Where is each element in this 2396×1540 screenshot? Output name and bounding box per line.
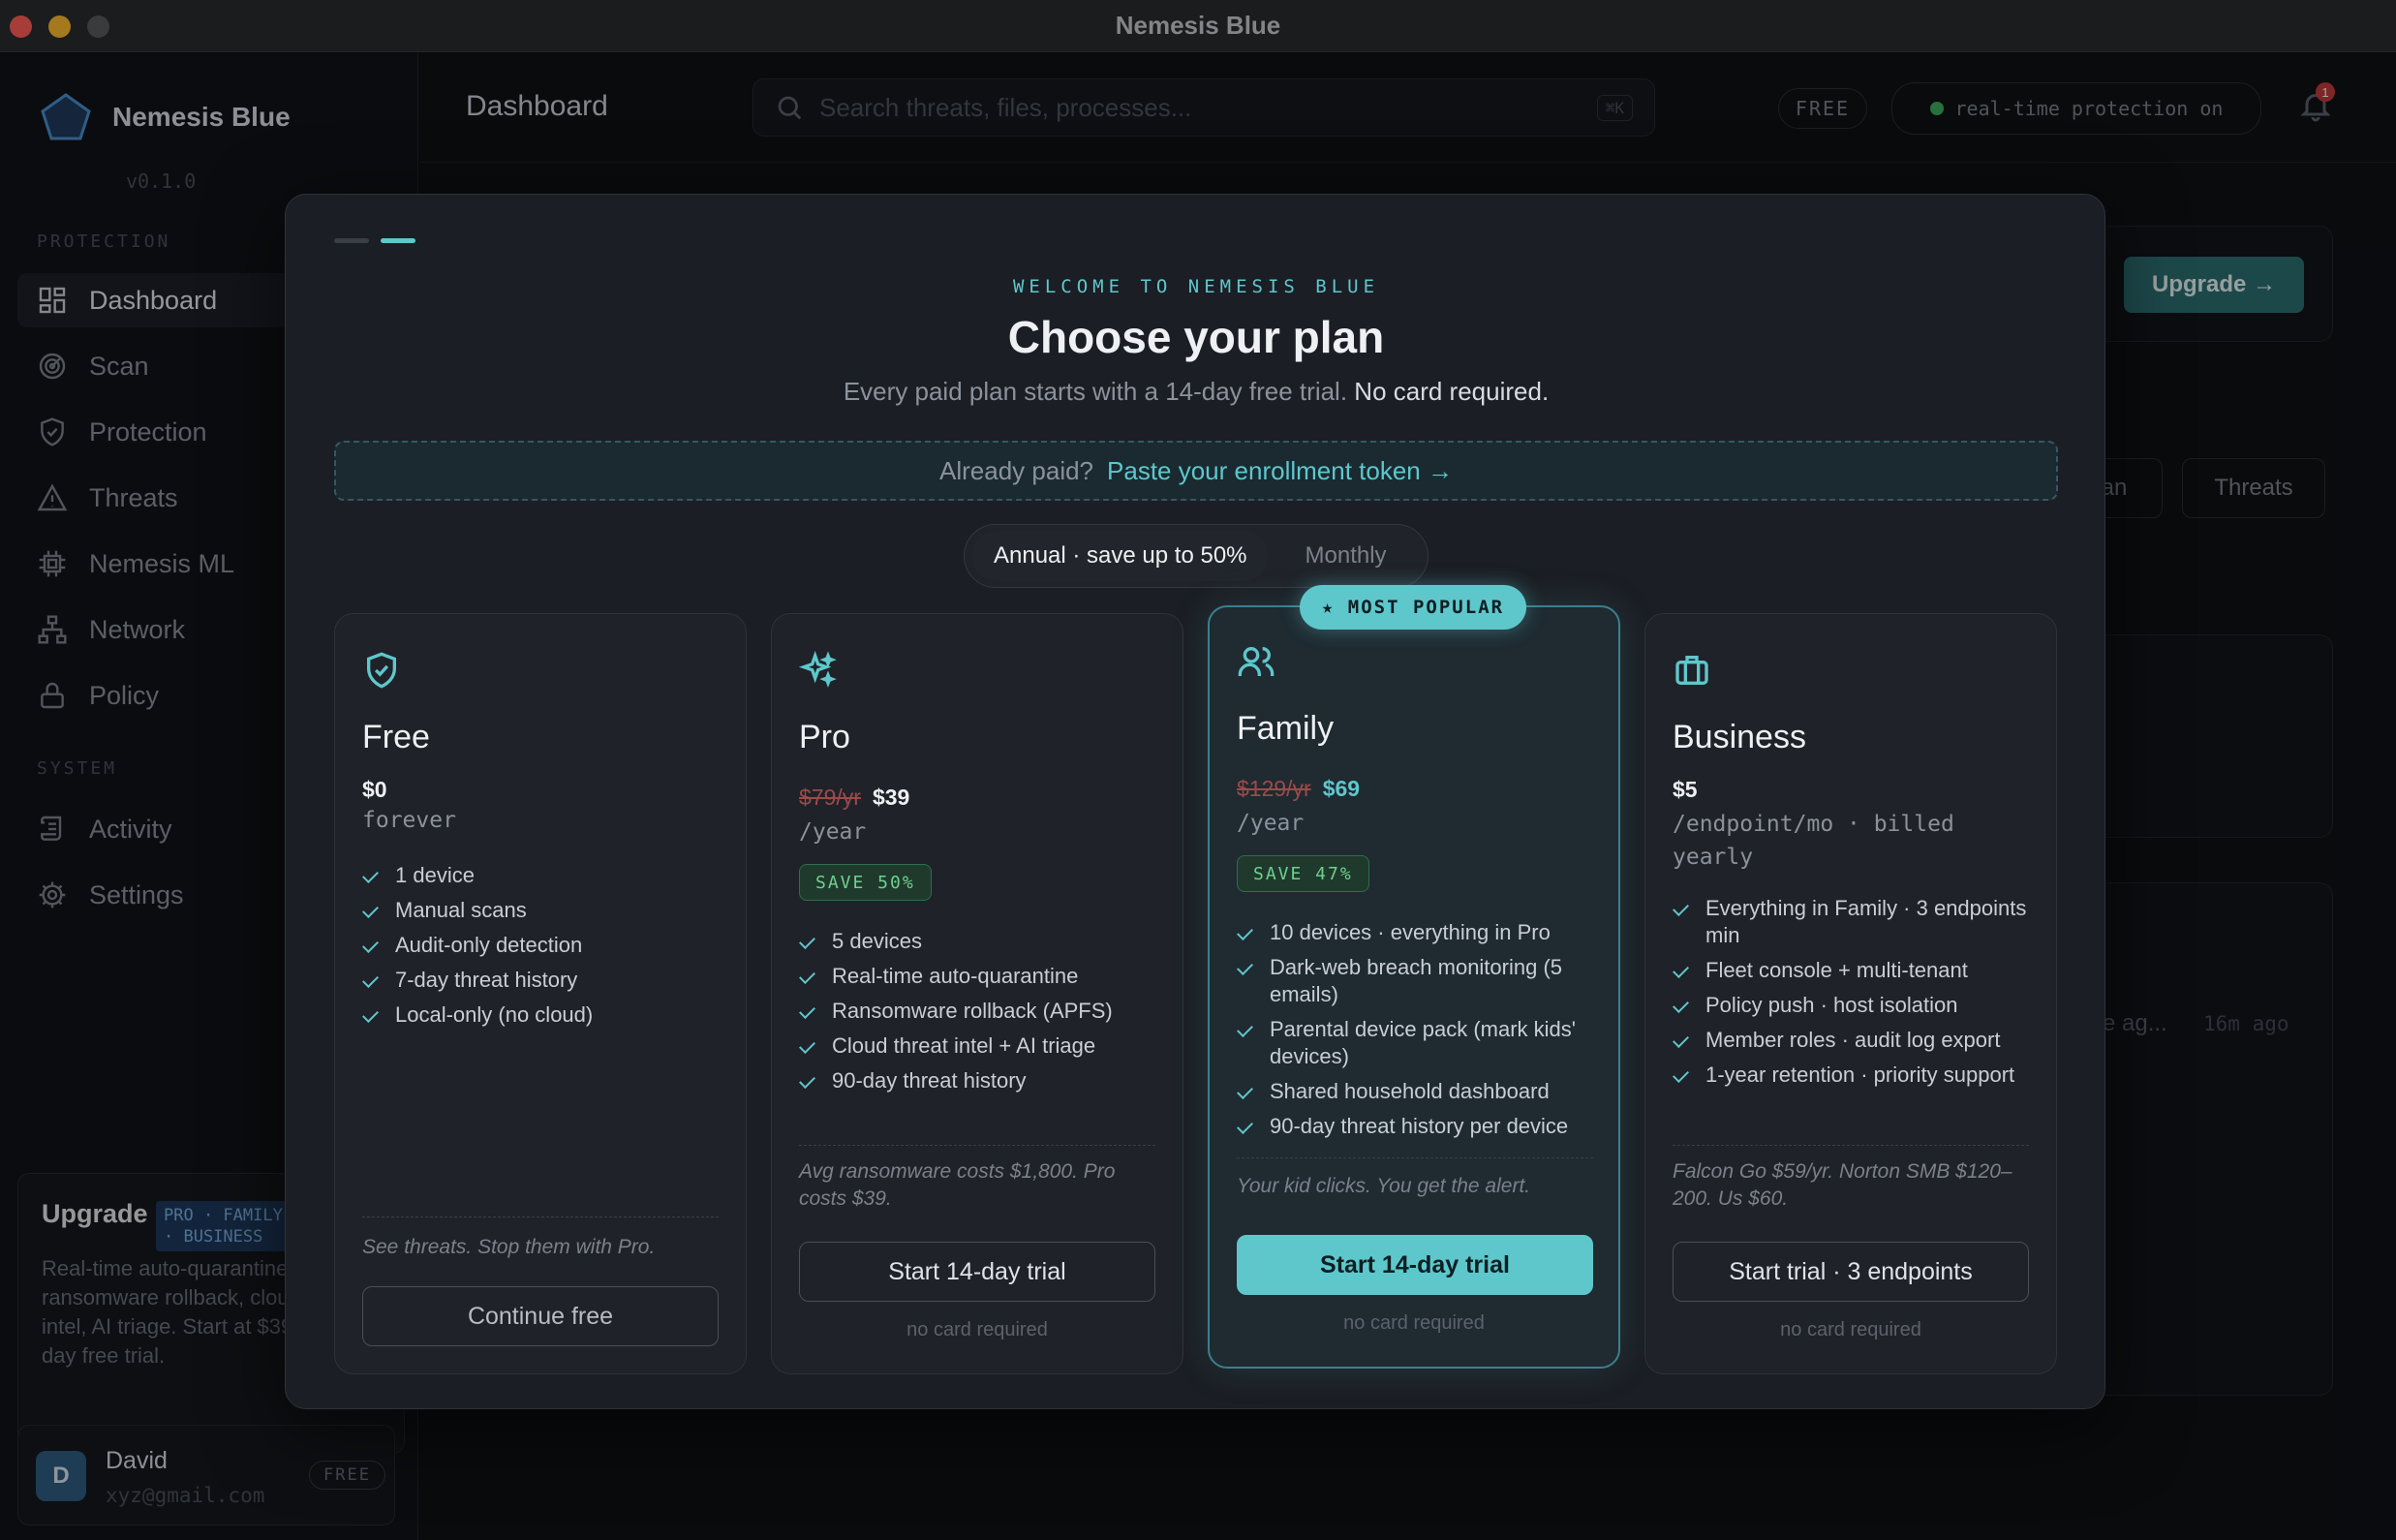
plan-price-value: $69 [1322,776,1361,801]
modal-subtitle-emphasis: No card required. [1354,377,1550,406]
enrollment-token-banner: Already paid? Paste your enrollment toke… [334,441,2058,501]
feature-item: Manual scans [362,897,730,924]
plan-card-free: Free $0 forever 1 device Manual scans Au… [334,613,747,1374]
shield-check-icon [362,651,401,690]
plan-features: 5 devices Real-time auto-quarantine Rans… [799,928,1167,1102]
sparkles-icon [798,650,838,690]
plan-price-value: $5 [1673,777,1698,802]
billing-monthly-option[interactable]: Monthly [1306,542,1387,570]
feature-item: Local-only (no cloud) [362,1001,730,1029]
feature-item: Dark-web breach monitoring (5 emails) [1237,954,1605,1008]
modal-title: Choose your plan [1007,312,1385,362]
feature-item: 1 device [362,862,730,889]
plan-divider [1673,1145,2029,1146]
plan-price: $79/yr $39 [799,785,909,811]
plan-card-family: Family $129/yr $69 /year SAVE 47% 10 devi… [1208,605,1620,1369]
plan-features: 10 devices · everything in Pro Dark-web … [1237,919,1605,1148]
plan-period: /year [799,819,867,845]
plan-old-price: $79/yr [799,785,861,810]
feature-item: Member roles · audit log export [1673,1027,2041,1054]
plan-note: Avg ransomware costs $1,800. Pro costs $… [799,1160,1116,1210]
plan-features: Everything in Family · 3 endpoints min F… [1673,895,2041,1096]
save-badge: SAVE 47% [1237,855,1369,892]
plan-price: $129/yr $69 [1237,776,1360,802]
feature-item: 10 devices · everything in Pro [1237,919,1605,946]
plan-name: Pro [799,719,850,755]
plan-note: Falcon Go $59/yr. Norton SMB $120–200. U… [1673,1160,2012,1210]
step-indicator-1 [334,238,369,243]
feature-item: Parental device pack (mark kids' devices… [1237,1016,1605,1070]
plan-period: /year [1237,811,1305,836]
modal-subtitle-main: Every paid plan starts with a 14-day fre… [843,377,1348,406]
feature-item: Cloud threat intel + AI triage [799,1032,1167,1060]
plan-note: See threats. Stop them with Pro. [362,1236,656,1258]
start-trial-button-business[interactable]: Start trial · 3 endpoints [1673,1242,2029,1302]
plan-card-pro: Pro $79/yr $39 /year SAVE 50% 5 devices R… [771,613,1183,1374]
modal-eyebrow: WELCOME TO NEMESIS BLUE [1012,276,1380,297]
plan-divider [799,1145,1155,1146]
step-indicator-2 [381,238,415,243]
plan-old-price: $129/yr [1237,776,1311,801]
plan-modal: WELCOME TO NEMESIS BLUE Choose your plan… [285,194,2105,1409]
no-card-note: no card required [1343,1312,1485,1334]
modal-subtitle: Every paid plan starts with a 14-day fre… [286,377,2106,407]
billing-annual-option[interactable]: Annual · save up to 50% [972,531,1269,581]
no-card-note: no card required [906,1319,1048,1340]
feature-item: 90-day threat history [799,1067,1167,1094]
plan-period: /endpoint/mo · billed yearly [1673,812,1954,870]
most-popular-badge: ★ MOST POPULAR [1300,585,1526,630]
feature-item: 5 devices [799,928,1167,955]
no-card-note: no card required [1780,1319,1921,1340]
save-badge: SAVE 50% [799,864,932,901]
plan-divider [1237,1157,1593,1158]
feature-item: 7-day threat history [362,967,730,994]
plan-features: 1 device Manual scans Audit-only detecti… [362,862,730,1036]
plan-price-value: $39 [872,785,910,810]
plan-card-business: Business $5 /endpoint/mo · billed yearly… [1644,613,2057,1374]
token-prompt: Already paid? [939,455,1094,485]
plan-name: Business [1673,719,1806,755]
billing-toggle: Annual · save up to 50% Monthly [964,524,1428,588]
feature-item: Ransomware rollback (APFS) [799,998,1167,1025]
continue-free-button[interactable]: Continue free [362,1286,719,1346]
plan-note: Your kid clicks. You get the alert. [1237,1175,1531,1197]
feature-item: 1-year retention · priority support [1673,1062,2041,1089]
paste-token-link[interactable]: Paste your enrollment token → [1107,456,1453,486]
feature-item: Shared household dashboard [1237,1078,1605,1105]
start-trial-button-family[interactable]: Start 14-day trial [1237,1235,1593,1295]
feature-item: Policy push · host isolation [1673,992,2041,1019]
feature-item: Everything in Family · 3 endpoints min [1673,895,2041,949]
plan-name: Family [1237,710,1335,747]
feature-item: Fleet console + multi-tenant [1673,957,2041,984]
feature-item: Audit-only detection [362,932,730,959]
feature-item: Real-time auto-quarantine [799,963,1167,990]
briefcase-icon [1673,651,1711,690]
plan-price: $0 [362,777,387,803]
plan-period: forever [362,808,456,833]
plan-price-value: $0 [362,777,387,802]
feature-item: 90-day threat history per device [1237,1113,1605,1140]
plan-name: Free [362,719,430,755]
start-trial-button-pro[interactable]: Start 14-day trial [799,1242,1155,1302]
plan-price: $5 [1673,777,1698,803]
users-icon [1237,642,1275,681]
